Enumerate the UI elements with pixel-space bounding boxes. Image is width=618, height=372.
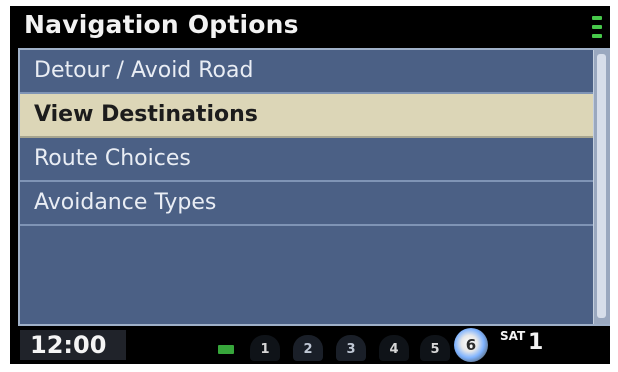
preset-4[interactable]: 4 bbox=[379, 335, 409, 361]
signal-icon bbox=[592, 16, 602, 38]
preset-1[interactable]: 1 bbox=[250, 335, 280, 361]
menu-item-detour[interactable]: Detour / Avoid Road bbox=[20, 50, 594, 94]
scroll-thumb[interactable] bbox=[597, 54, 606, 318]
menu-item-avoidance-types[interactable]: Avoidance Types bbox=[20, 182, 594, 226]
clock: 12:00 bbox=[20, 330, 126, 360]
sat-channel: 1 bbox=[528, 330, 544, 355]
page-title: Navigation Options bbox=[24, 10, 299, 39]
menu-scrollbar[interactable] bbox=[593, 50, 610, 324]
menu-item-route-choices[interactable]: Route Choices bbox=[20, 138, 594, 182]
status-bar: 12:00 1 2 3 4 5 6 SAT 1 bbox=[10, 326, 610, 364]
preset-5[interactable]: 5 bbox=[420, 335, 450, 361]
options-panel: Detour / Avoid Road View Destinations Ro… bbox=[18, 48, 610, 326]
preset-3[interactable]: 3 bbox=[336, 335, 366, 361]
options-menu: Detour / Avoid Road View Destinations Ro… bbox=[20, 50, 594, 226]
title-bar: Navigation Options bbox=[10, 6, 610, 48]
sat-source-label: SAT bbox=[500, 329, 526, 343]
menu-item-view-destinations[interactable]: View Destinations bbox=[20, 94, 594, 138]
navigation-options-screen: Navigation Options Detour / Avoid Road V… bbox=[10, 6, 610, 364]
source-icon bbox=[218, 345, 234, 354]
disc-icon[interactable]: 6 bbox=[454, 328, 488, 362]
preset-2[interactable]: 2 bbox=[293, 335, 323, 361]
